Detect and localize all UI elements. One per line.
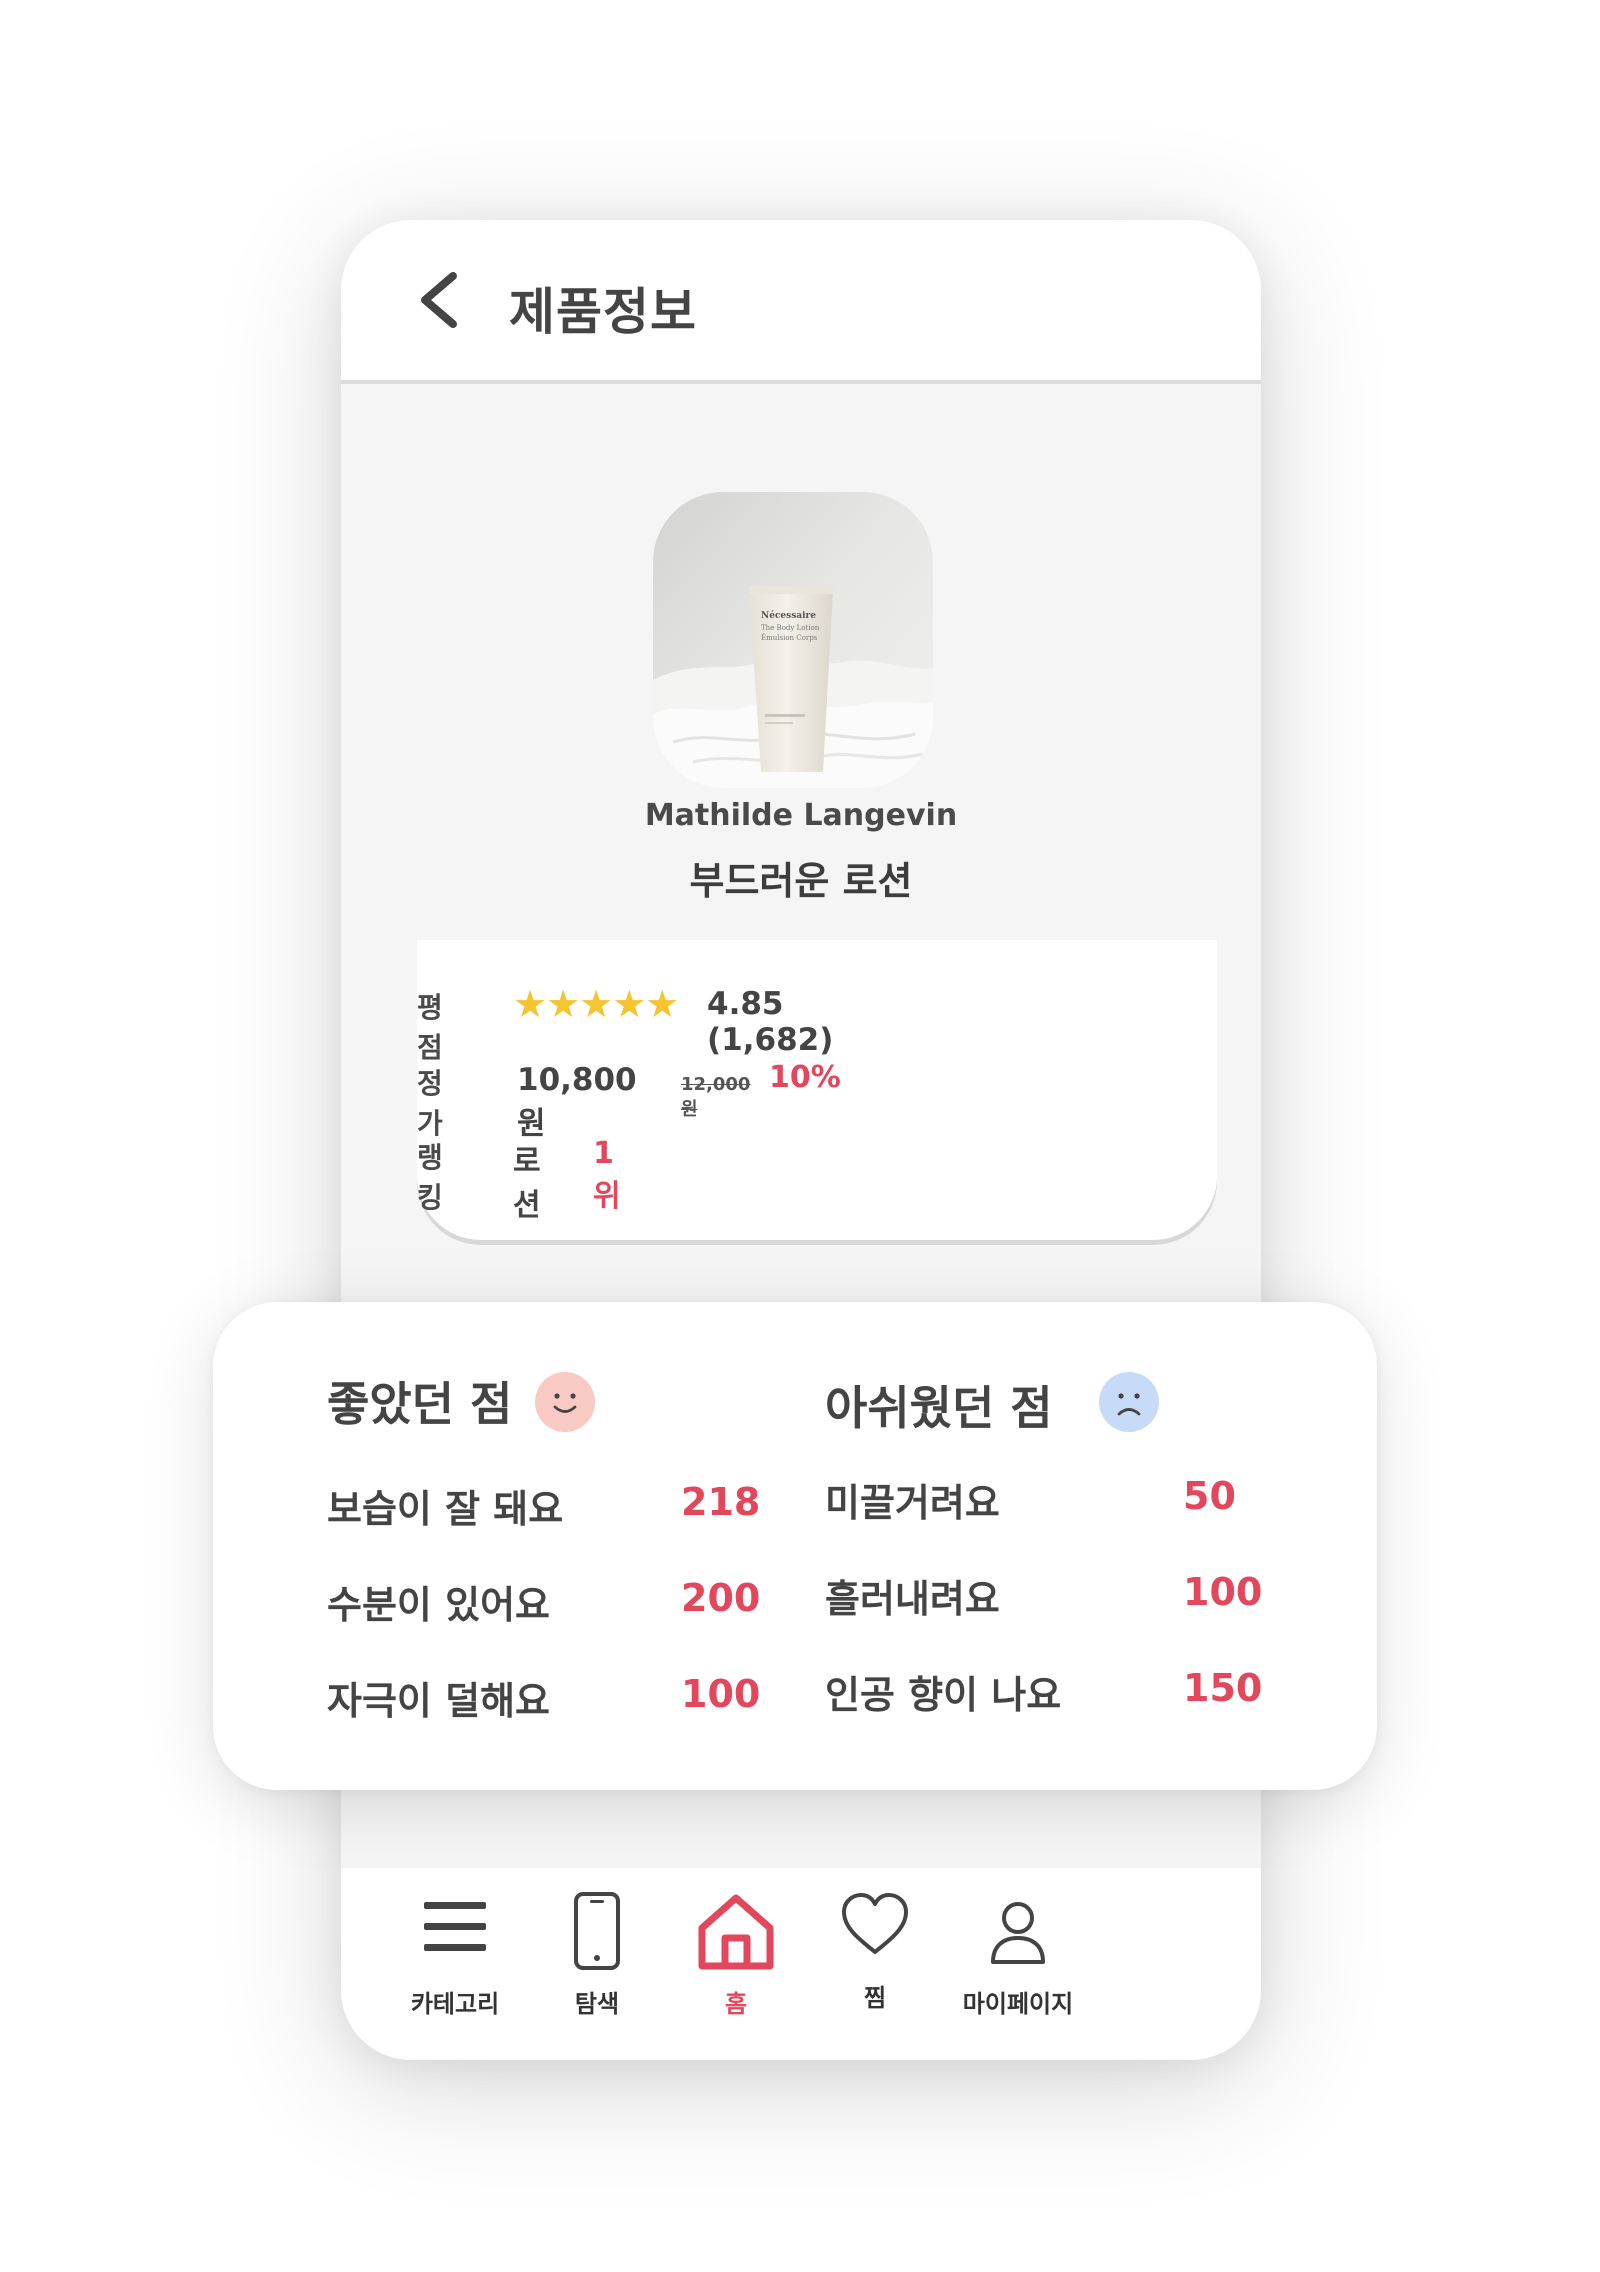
home-icon xyxy=(698,1894,774,1970)
product-image: Nécessaire The Body Lotion Émulsion Corp… xyxy=(653,492,933,788)
bad-review-label: 흘러내려요 xyxy=(825,1577,1000,1621)
good-review-label: 보습이 잘 돼요 xyxy=(327,1487,564,1531)
bad-review-count: 100 xyxy=(1183,1570,1263,1614)
header: 제품정보 xyxy=(341,220,1261,384)
tube-line-1-text: The Body Lotion xyxy=(761,624,820,632)
bad-points-title: 아쉬웠던 점 xyxy=(825,1381,1053,1435)
bad-review-label: 미끌거려요 xyxy=(825,1481,1000,1525)
review-summary-card: 좋았던 점 보습이 잘 돼요 218 수분이 있어요 200 자극이 덜해요 1… xyxy=(213,1302,1377,1790)
nav-label-mypage: 마이페이지 xyxy=(962,1990,1074,2018)
smile-face-icon xyxy=(535,1372,595,1432)
heart-icon xyxy=(842,1893,908,1954)
bad-review-label: 인공 향이 나요 xyxy=(825,1673,1062,1717)
ranking-label: 랭킹 xyxy=(417,1141,443,1214)
price-label: 정가 xyxy=(417,1067,443,1140)
chevron-left-icon xyxy=(421,272,457,328)
nav-label-category: 카테고리 xyxy=(410,1990,500,2018)
good-review-label: 수분이 있어요 xyxy=(327,1583,550,1627)
good-review-count: 100 xyxy=(681,1672,761,1716)
user-icon xyxy=(991,1902,1045,1964)
nav-item-category[interactable]: 카테고리 xyxy=(380,1892,530,2042)
brand-name: Mathilde Langevin xyxy=(644,798,958,833)
nav-label-wishlist: 찜 xyxy=(863,1984,887,2012)
bad-review-count: 50 xyxy=(1183,1474,1236,1518)
product-name: 부드러운 로션 xyxy=(689,859,913,903)
nav-label-home: 홈 xyxy=(724,1990,748,2018)
good-review-count: 218 xyxy=(681,1480,761,1524)
nav-item-explore[interactable]: 탐색 xyxy=(522,1892,672,2042)
tube-brand-text: Nécessaire xyxy=(761,610,816,621)
page-title: 제품정보 xyxy=(509,283,697,341)
discount-rate: 10% xyxy=(769,1060,841,1095)
ranking-category: 로션 xyxy=(513,1144,541,1223)
original-price: 12,000원 xyxy=(681,1074,751,1120)
tube-line-2-text: Émulsion Corps xyxy=(761,633,818,642)
bad-review-count: 150 xyxy=(1183,1666,1263,1710)
rating-score: 4.85 (1,682) xyxy=(707,986,834,1058)
sale-price: 10,800원 xyxy=(517,1062,637,1142)
good-review-label: 자극이 덜해요 xyxy=(327,1679,550,1723)
good-points-title: 좋았던 점 xyxy=(327,1377,513,1431)
nav-item-home[interactable]: 홈 xyxy=(661,1892,811,2042)
ranking-number: 1위 xyxy=(593,1136,621,1214)
good-review-count: 200 xyxy=(681,1576,761,1620)
nav-item-mypage[interactable]: 마이페이지 xyxy=(943,1892,1093,2042)
rating-label: 평점 xyxy=(417,991,443,1064)
product-info-card: 평점 ★★★★★ 4.85 (1,682) 정가 10,800원 12,000원… xyxy=(417,940,1217,1240)
nav-item-wishlist[interactable]: 찜 xyxy=(800,1892,950,2042)
phone-icon xyxy=(574,1892,620,1970)
nav-label-explore: 탐색 xyxy=(574,1990,620,2018)
star-rating: ★★★★★ xyxy=(513,982,679,1026)
bottom-nav: 카테고리 탐색 홈 찜 마이페이지 xyxy=(341,1868,1261,2060)
menu-icon xyxy=(424,1902,486,1951)
sad-face-icon xyxy=(1099,1372,1159,1432)
back-button[interactable] xyxy=(411,270,471,330)
